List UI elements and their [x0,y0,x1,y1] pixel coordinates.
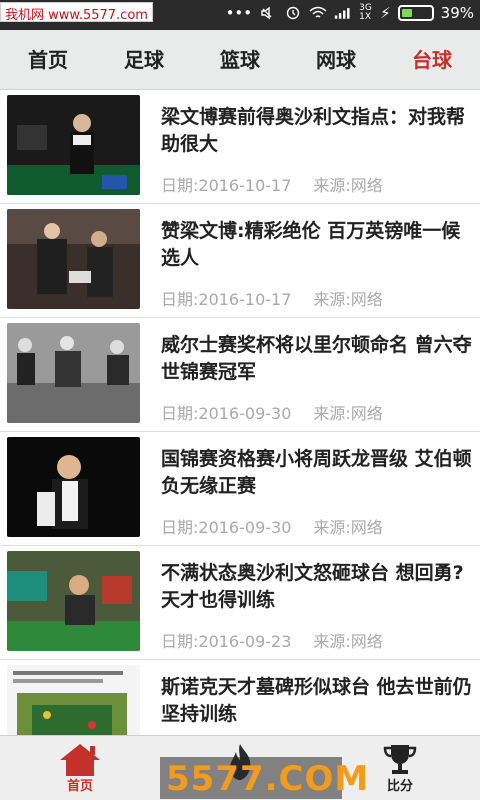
tab-basketball[interactable]: 篮球 [192,30,288,89]
news-thumbnail [7,323,140,423]
news-date: 日期:2016-10-17 [161,290,292,309]
list-item[interactable]: 不满状态奥沙利文怒砸球台 想回勇?天才也得训练 日期:2016-09-23 来源:… [0,546,480,660]
news-meta: 日期:2016-10-17 来源:网络 [161,286,383,310]
news-title: 斯诺克天才墓碑形似球台 他去世前仍坚持训练 [161,676,472,725]
news-date: 日期:2016-10-17 [161,176,292,195]
news-date: 日期:2016-09-30 [161,404,292,423]
watermark-label: 我机网 www.5577.com [0,2,153,23]
news-source: 来源:网络 [313,404,383,423]
trophy-icon [383,745,417,774]
status-bar: 我机网 www.5577.com ••• 3G 1X ⚡ 39% [0,0,480,30]
watermark-text: 5577.COM [166,759,370,799]
news-meta: 日期:2016-09-30 来源:网络 [161,514,383,538]
news-source: 来源:网络 [313,632,383,651]
news-date: 日期:2016-09-30 [161,518,292,537]
battery-icon [397,5,434,21]
watermark-overlay: 5577.COM [160,757,368,799]
news-source: 来源:网络 [313,290,383,309]
news-title: 不满状态奥沙利文怒砸球台 想回勇?天才也得训练 [161,562,464,611]
news-title: 赞梁文博:精彩绝伦 百万英镑唯一候选人 [161,220,461,269]
list-item[interactable]: 国锦赛资格赛小将周跃龙晋级 艾伯顿负无缘正赛 日期:2016-09-30 来源:网… [0,432,480,546]
more-icon: ••• [225,4,253,22]
news-thumbnail [7,95,140,195]
news-thumbnail [7,437,140,537]
news-list: 梁文博赛前得奥沙利文指点：对我帮助很大 日期:2016-10-17 来源:网络 赞… [0,90,480,735]
list-item[interactable]: 赞梁文博:精彩绝伦 百万英镑唯一候选人 日期:2016-10-17 来源:网络 [0,204,480,318]
list-item[interactable]: 威尔士赛奖杯将以里尔顿命名 曾六夺世锦赛冠军 日期:2016-09-30 来源:网… [0,318,480,432]
news-thumbnail [7,551,140,651]
tab-billiards[interactable]: 台球 [384,30,480,89]
battery-level: 39% [440,4,474,22]
news-source: 来源:网络 [313,518,383,537]
status-icons: ••• 3G 1X ⚡ 39% [225,3,474,23]
charging-icon: ⚡ [380,4,391,22]
tab-football[interactable]: 足球 [96,30,192,89]
news-date: 日期:2016-09-23 [161,632,292,651]
news-thumbnail [7,665,140,735]
signal-icon [334,8,350,19]
news-title: 梁文博赛前得奥沙利文指点：对我帮助很大 [161,106,466,155]
nav-home-label: 首页 [66,779,93,794]
mute-icon [261,6,272,20]
news-title: 威尔士赛奖杯将以里尔顿命名 曾六夺世锦赛冠军 [161,334,472,383]
tab-tennis[interactable]: 网球 [288,30,384,89]
list-item[interactable]: 梁文博赛前得奥沙利文指点：对我帮助很大 日期:2016-10-17 来源:网络 [0,90,480,204]
tab-home[interactable]: 首页 [0,30,96,89]
news-thumbnail [7,209,140,309]
news-meta: 日期:2016-10-17 来源:网络 [161,172,383,196]
network-type: 3G 1X [359,3,372,22]
news-meta: 日期:2016-09-23 来源:网络 [161,628,383,652]
alarm-icon [286,6,300,20]
nav-home[interactable]: 首页 [0,736,160,800]
list-item[interactable]: 斯诺克天才墓碑形似球台 他去世前仍坚持训练 [0,660,480,735]
news-title: 国锦赛资格赛小将周跃龙晋级 艾伯顿负无缘正赛 [161,448,472,497]
news-source: 来源:网络 [313,176,383,195]
category-tabs: 首页 足球 篮球 网球 台球 [0,30,480,90]
wifi-icon [309,6,327,18]
news-meta: 日期:2016-09-30 来源:网络 [161,400,383,424]
home-icon [60,744,100,776]
